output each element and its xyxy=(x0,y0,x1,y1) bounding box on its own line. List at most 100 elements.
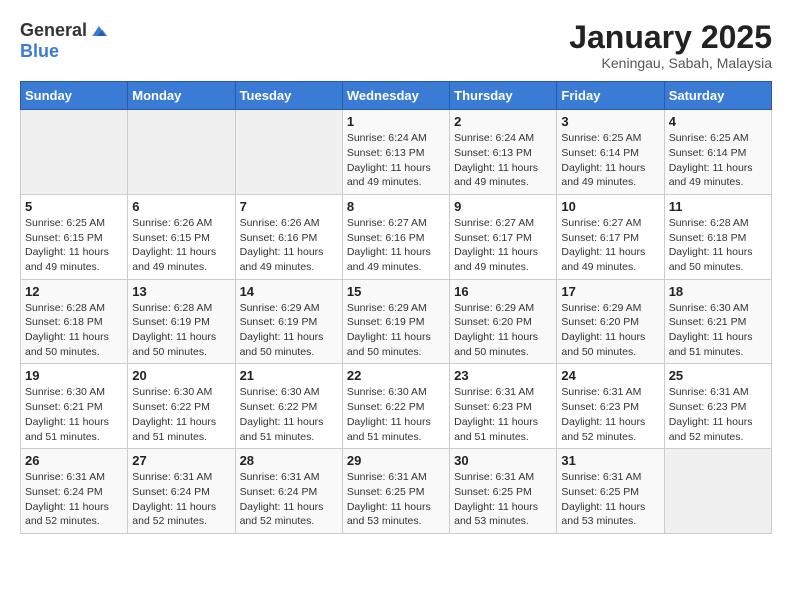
day-info: Sunrise: 6:24 AMSunset: 6:13 PMDaylight:… xyxy=(454,131,552,190)
day-info: Sunrise: 6:29 AMSunset: 6:19 PMDaylight:… xyxy=(240,301,338,360)
calendar-day-cell: 30 Sunrise: 6:31 AMSunset: 6:25 PMDaylig… xyxy=(450,449,557,534)
day-number: 28 xyxy=(240,453,338,468)
calendar-day-cell: 9 Sunrise: 6:27 AMSunset: 6:17 PMDayligh… xyxy=(450,194,557,279)
day-info: Sunrise: 6:26 AMSunset: 6:15 PMDaylight:… xyxy=(132,216,230,275)
day-number: 9 xyxy=(454,199,552,214)
calendar-day-cell xyxy=(21,110,128,195)
calendar-day-cell: 20 Sunrise: 6:30 AMSunset: 6:22 PMDaylig… xyxy=(128,364,235,449)
day-number: 4 xyxy=(669,114,767,129)
logo-icon xyxy=(89,21,109,41)
day-info: Sunrise: 6:30 AMSunset: 6:22 PMDaylight:… xyxy=(347,385,445,444)
calendar-day-cell xyxy=(664,449,771,534)
day-number: 15 xyxy=(347,284,445,299)
day-info: Sunrise: 6:31 AMSunset: 6:24 PMDaylight:… xyxy=(240,470,338,529)
day-number: 31 xyxy=(561,453,659,468)
logo-blue-text: Blue xyxy=(20,41,59,62)
day-number: 25 xyxy=(669,368,767,383)
day-number: 22 xyxy=(347,368,445,383)
calendar-day-cell: 28 Sunrise: 6:31 AMSunset: 6:24 PMDaylig… xyxy=(235,449,342,534)
day-number: 14 xyxy=(240,284,338,299)
calendar-day-cell: 2 Sunrise: 6:24 AMSunset: 6:13 PMDayligh… xyxy=(450,110,557,195)
calendar-day-cell: 24 Sunrise: 6:31 AMSunset: 6:23 PMDaylig… xyxy=(557,364,664,449)
day-info: Sunrise: 6:30 AMSunset: 6:22 PMDaylight:… xyxy=(240,385,338,444)
calendar-week-row: 12 Sunrise: 6:28 AMSunset: 6:18 PMDaylig… xyxy=(21,279,772,364)
day-info: Sunrise: 6:31 AMSunset: 6:25 PMDaylight:… xyxy=(347,470,445,529)
calendar-day-cell: 22 Sunrise: 6:30 AMSunset: 6:22 PMDaylig… xyxy=(342,364,449,449)
calendar-day-cell: 1 Sunrise: 6:24 AMSunset: 6:13 PMDayligh… xyxy=(342,110,449,195)
day-number: 17 xyxy=(561,284,659,299)
day-info: Sunrise: 6:31 AMSunset: 6:25 PMDaylight:… xyxy=(454,470,552,529)
day-number: 8 xyxy=(347,199,445,214)
calendar-day-cell: 11 Sunrise: 6:28 AMSunset: 6:18 PMDaylig… xyxy=(664,194,771,279)
day-number: 2 xyxy=(454,114,552,129)
calendar-week-row: 26 Sunrise: 6:31 AMSunset: 6:24 PMDaylig… xyxy=(21,449,772,534)
day-number: 10 xyxy=(561,199,659,214)
day-number: 19 xyxy=(25,368,123,383)
calendar-body: 1 Sunrise: 6:24 AMSunset: 6:13 PMDayligh… xyxy=(21,110,772,534)
day-number: 12 xyxy=(25,284,123,299)
weekday-header: Sunday xyxy=(21,82,128,110)
day-info: Sunrise: 6:31 AMSunset: 6:23 PMDaylight:… xyxy=(561,385,659,444)
day-info: Sunrise: 6:27 AMSunset: 6:16 PMDaylight:… xyxy=(347,216,445,275)
weekday-header: Thursday xyxy=(450,82,557,110)
calendar-day-cell: 27 Sunrise: 6:31 AMSunset: 6:24 PMDaylig… xyxy=(128,449,235,534)
day-number: 11 xyxy=(669,199,767,214)
calendar-day-cell: 7 Sunrise: 6:26 AMSunset: 6:16 PMDayligh… xyxy=(235,194,342,279)
location-text: Keningau, Sabah, Malaysia xyxy=(569,55,772,71)
day-info: Sunrise: 6:25 AMSunset: 6:14 PMDaylight:… xyxy=(669,131,767,190)
calendar-day-cell: 13 Sunrise: 6:28 AMSunset: 6:19 PMDaylig… xyxy=(128,279,235,364)
day-number: 13 xyxy=(132,284,230,299)
day-info: Sunrise: 6:25 AMSunset: 6:14 PMDaylight:… xyxy=(561,131,659,190)
day-number: 29 xyxy=(347,453,445,468)
calendar-day-cell: 3 Sunrise: 6:25 AMSunset: 6:14 PMDayligh… xyxy=(557,110,664,195)
day-info: Sunrise: 6:28 AMSunset: 6:18 PMDaylight:… xyxy=(669,216,767,275)
day-number: 27 xyxy=(132,453,230,468)
day-number: 26 xyxy=(25,453,123,468)
day-info: Sunrise: 6:29 AMSunset: 6:19 PMDaylight:… xyxy=(347,301,445,360)
calendar-day-cell xyxy=(128,110,235,195)
calendar-day-cell: 23 Sunrise: 6:31 AMSunset: 6:23 PMDaylig… xyxy=(450,364,557,449)
day-info: Sunrise: 6:26 AMSunset: 6:16 PMDaylight:… xyxy=(240,216,338,275)
day-number: 18 xyxy=(669,284,767,299)
day-info: Sunrise: 6:29 AMSunset: 6:20 PMDaylight:… xyxy=(561,301,659,360)
calendar-day-cell: 14 Sunrise: 6:29 AMSunset: 6:19 PMDaylig… xyxy=(235,279,342,364)
day-info: Sunrise: 6:27 AMSunset: 6:17 PMDaylight:… xyxy=(454,216,552,275)
day-info: Sunrise: 6:29 AMSunset: 6:20 PMDaylight:… xyxy=(454,301,552,360)
day-info: Sunrise: 6:28 AMSunset: 6:19 PMDaylight:… xyxy=(132,301,230,360)
calendar-day-cell: 18 Sunrise: 6:30 AMSunset: 6:21 PMDaylig… xyxy=(664,279,771,364)
weekday-header: Monday xyxy=(128,82,235,110)
day-number: 7 xyxy=(240,199,338,214)
calendar-day-cell: 19 Sunrise: 6:30 AMSunset: 6:21 PMDaylig… xyxy=(21,364,128,449)
day-number: 21 xyxy=(240,368,338,383)
day-info: Sunrise: 6:31 AMSunset: 6:24 PMDaylight:… xyxy=(132,470,230,529)
calendar-day-cell: 8 Sunrise: 6:27 AMSunset: 6:16 PMDayligh… xyxy=(342,194,449,279)
page-header: General Blue January 2025 Keningau, Saba… xyxy=(20,20,772,71)
day-number: 3 xyxy=(561,114,659,129)
calendar-day-cell: 16 Sunrise: 6:29 AMSunset: 6:20 PMDaylig… xyxy=(450,279,557,364)
weekday-header: Tuesday xyxy=(235,82,342,110)
calendar-day-cell: 25 Sunrise: 6:31 AMSunset: 6:23 PMDaylig… xyxy=(664,364,771,449)
day-info: Sunrise: 6:25 AMSunset: 6:15 PMDaylight:… xyxy=(25,216,123,275)
calendar-day-cell: 5 Sunrise: 6:25 AMSunset: 6:15 PMDayligh… xyxy=(21,194,128,279)
calendar-day-cell: 17 Sunrise: 6:29 AMSunset: 6:20 PMDaylig… xyxy=(557,279,664,364)
day-number: 30 xyxy=(454,453,552,468)
calendar-header: SundayMondayTuesdayWednesdayThursdayFrid… xyxy=(21,82,772,110)
day-info: Sunrise: 6:31 AMSunset: 6:24 PMDaylight:… xyxy=(25,470,123,529)
day-info: Sunrise: 6:31 AMSunset: 6:25 PMDaylight:… xyxy=(561,470,659,529)
day-info: Sunrise: 6:27 AMSunset: 6:17 PMDaylight:… xyxy=(561,216,659,275)
logo-general-text: General xyxy=(20,20,87,41)
weekday-row: SundayMondayTuesdayWednesdayThursdayFrid… xyxy=(21,82,772,110)
day-info: Sunrise: 6:30 AMSunset: 6:21 PMDaylight:… xyxy=(669,301,767,360)
day-info: Sunrise: 6:30 AMSunset: 6:21 PMDaylight:… xyxy=(25,385,123,444)
weekday-header: Wednesday xyxy=(342,82,449,110)
day-number: 23 xyxy=(454,368,552,383)
calendar-week-row: 5 Sunrise: 6:25 AMSunset: 6:15 PMDayligh… xyxy=(21,194,772,279)
day-number: 6 xyxy=(132,199,230,214)
day-number: 24 xyxy=(561,368,659,383)
day-number: 16 xyxy=(454,284,552,299)
day-info: Sunrise: 6:30 AMSunset: 6:22 PMDaylight:… xyxy=(132,385,230,444)
calendar-table: SundayMondayTuesdayWednesdayThursdayFrid… xyxy=(20,81,772,534)
calendar-day-cell: 26 Sunrise: 6:31 AMSunset: 6:24 PMDaylig… xyxy=(21,449,128,534)
day-number: 5 xyxy=(25,199,123,214)
day-info: Sunrise: 6:31 AMSunset: 6:23 PMDaylight:… xyxy=(454,385,552,444)
